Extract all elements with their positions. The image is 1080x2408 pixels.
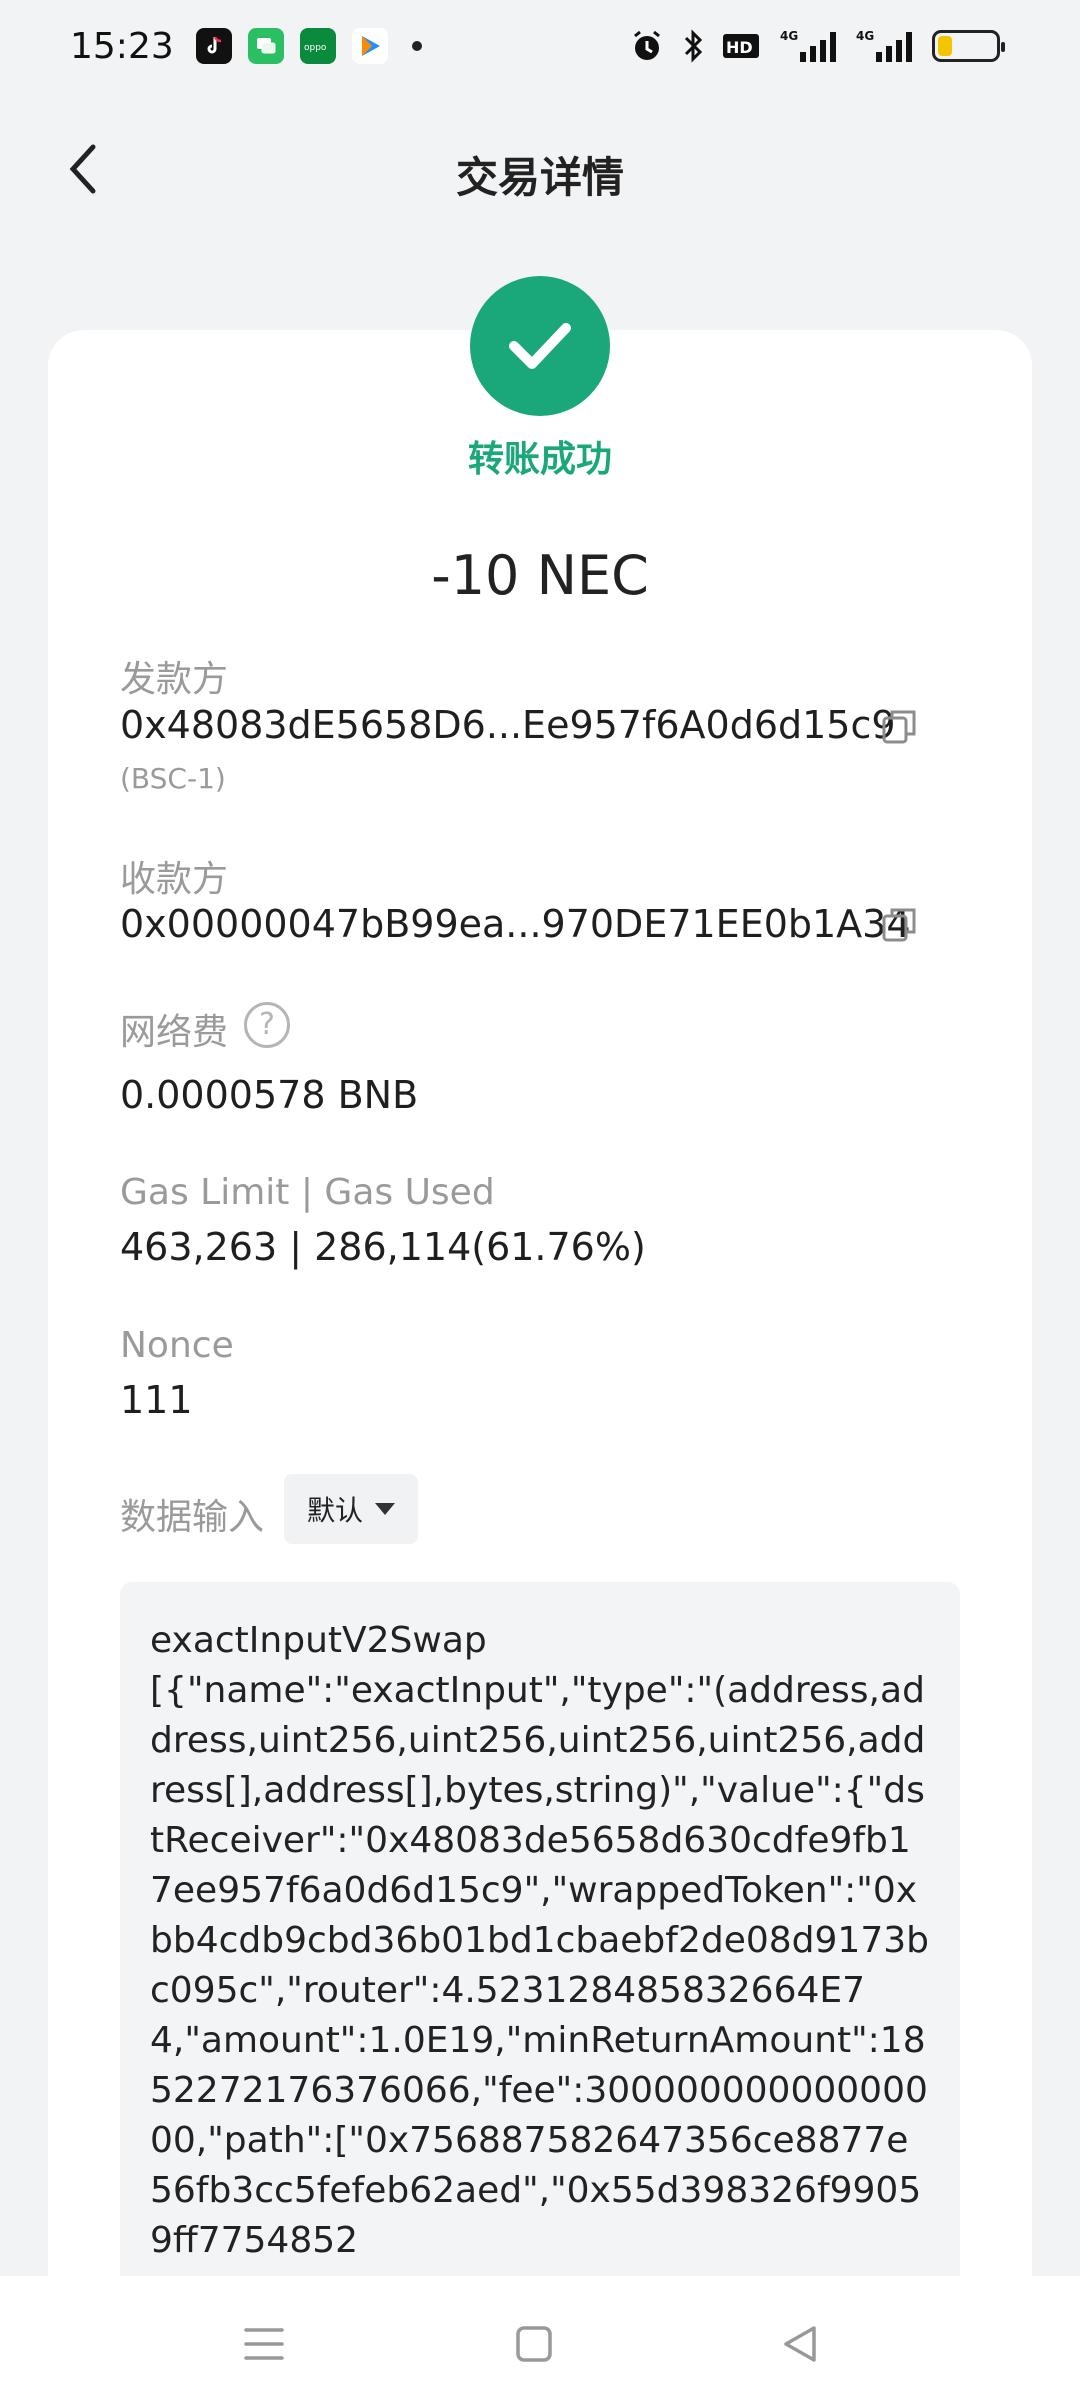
notification-icons: oppo (196, 28, 422, 64)
caret-down-icon (375, 1503, 395, 1515)
help-icon[interactable]: ? (244, 1002, 290, 1048)
receiver-address[interactable]: 0x00000047bB99ea...970DE71EE0b1A34 (120, 902, 911, 946)
transaction-detail-screen: 15:23 oppo HD 4G 4G 交易详情 转账成功 -10 NEC 发款… (0, 0, 1080, 2408)
play-icon (352, 28, 388, 64)
data-format-value: 默认 (306, 1494, 363, 1527)
menu-icon (244, 2328, 284, 2360)
sender-network: (BSC-1) (120, 762, 226, 795)
alarm-icon (630, 28, 664, 64)
signal-1-label: 4G (780, 29, 798, 43)
system-icons: HD 4G 4G (630, 28, 1005, 64)
system-nav-bar (0, 2276, 1080, 2408)
data-format-dropdown[interactable]: 默认 (284, 1474, 418, 1544)
hd-icon: HD (722, 28, 762, 64)
nonce-label: Nonce (120, 1325, 234, 1366)
menu-button[interactable] (234, 2314, 294, 2374)
page-title: 交易详情 (455, 153, 624, 202)
back-nav-button[interactable] (770, 2314, 830, 2374)
transfer-amount: -10 NEC (431, 544, 649, 607)
copy-sender-button[interactable] (880, 706, 920, 746)
copy-icon (882, 710, 916, 744)
messages-icon (248, 28, 284, 64)
gas-label: Gas Limit | Gas Used (120, 1172, 495, 1213)
hd-label: HD (726, 38, 753, 57)
more-notifications-dot (412, 41, 422, 51)
fee-value: 0.0000578 BNB (120, 1073, 419, 1117)
sender-label: 发款方 (120, 659, 229, 700)
square-icon (516, 2326, 552, 2362)
battery-icon (932, 30, 1005, 62)
signal-4g-icon-2: 4G (856, 28, 914, 64)
copy-receiver-button[interactable] (880, 904, 920, 944)
checkmark-icon (509, 323, 571, 369)
status-bar: 15:23 oppo HD 4G 4G (0, 0, 1080, 100)
svg-text:oppo: oppo (304, 43, 327, 53)
status-text: 转账成功 (467, 439, 612, 480)
gas-value: 463,263 | 286,114(61.76%) (120, 1225, 646, 1269)
nonce-value: 111 (120, 1378, 193, 1422)
signal-4g-icon: 4G (780, 28, 838, 64)
fee-label: 网络费 (120, 1012, 229, 1053)
tiktok-icon (196, 28, 232, 64)
status-time: 15:23 (70, 26, 174, 67)
data-input-label: 数据输入 (120, 1497, 265, 1538)
sender-address[interactable]: 0x48083dE5658D6...Ee957f6A0d6d15c9 (120, 703, 896, 747)
bluetooth-icon (682, 28, 704, 64)
home-button[interactable] (504, 2314, 564, 2374)
success-icon (470, 276, 610, 416)
data-input-content: exactInputV2Swap [{"name":"exactInput","… (150, 1620, 929, 2261)
signal-2-label: 4G (856, 29, 874, 43)
copy-icon (882, 908, 916, 942)
battery-level (938, 36, 952, 56)
oppo-icon: oppo (300, 28, 336, 64)
triangle-back-icon (784, 2326, 816, 2362)
data-input-box[interactable]: exactInputV2Swap [{"name":"exactInput","… (120, 1582, 960, 2302)
top-bar: 交易详情 (0, 120, 1080, 220)
receiver-label: 收款方 (120, 859, 229, 900)
